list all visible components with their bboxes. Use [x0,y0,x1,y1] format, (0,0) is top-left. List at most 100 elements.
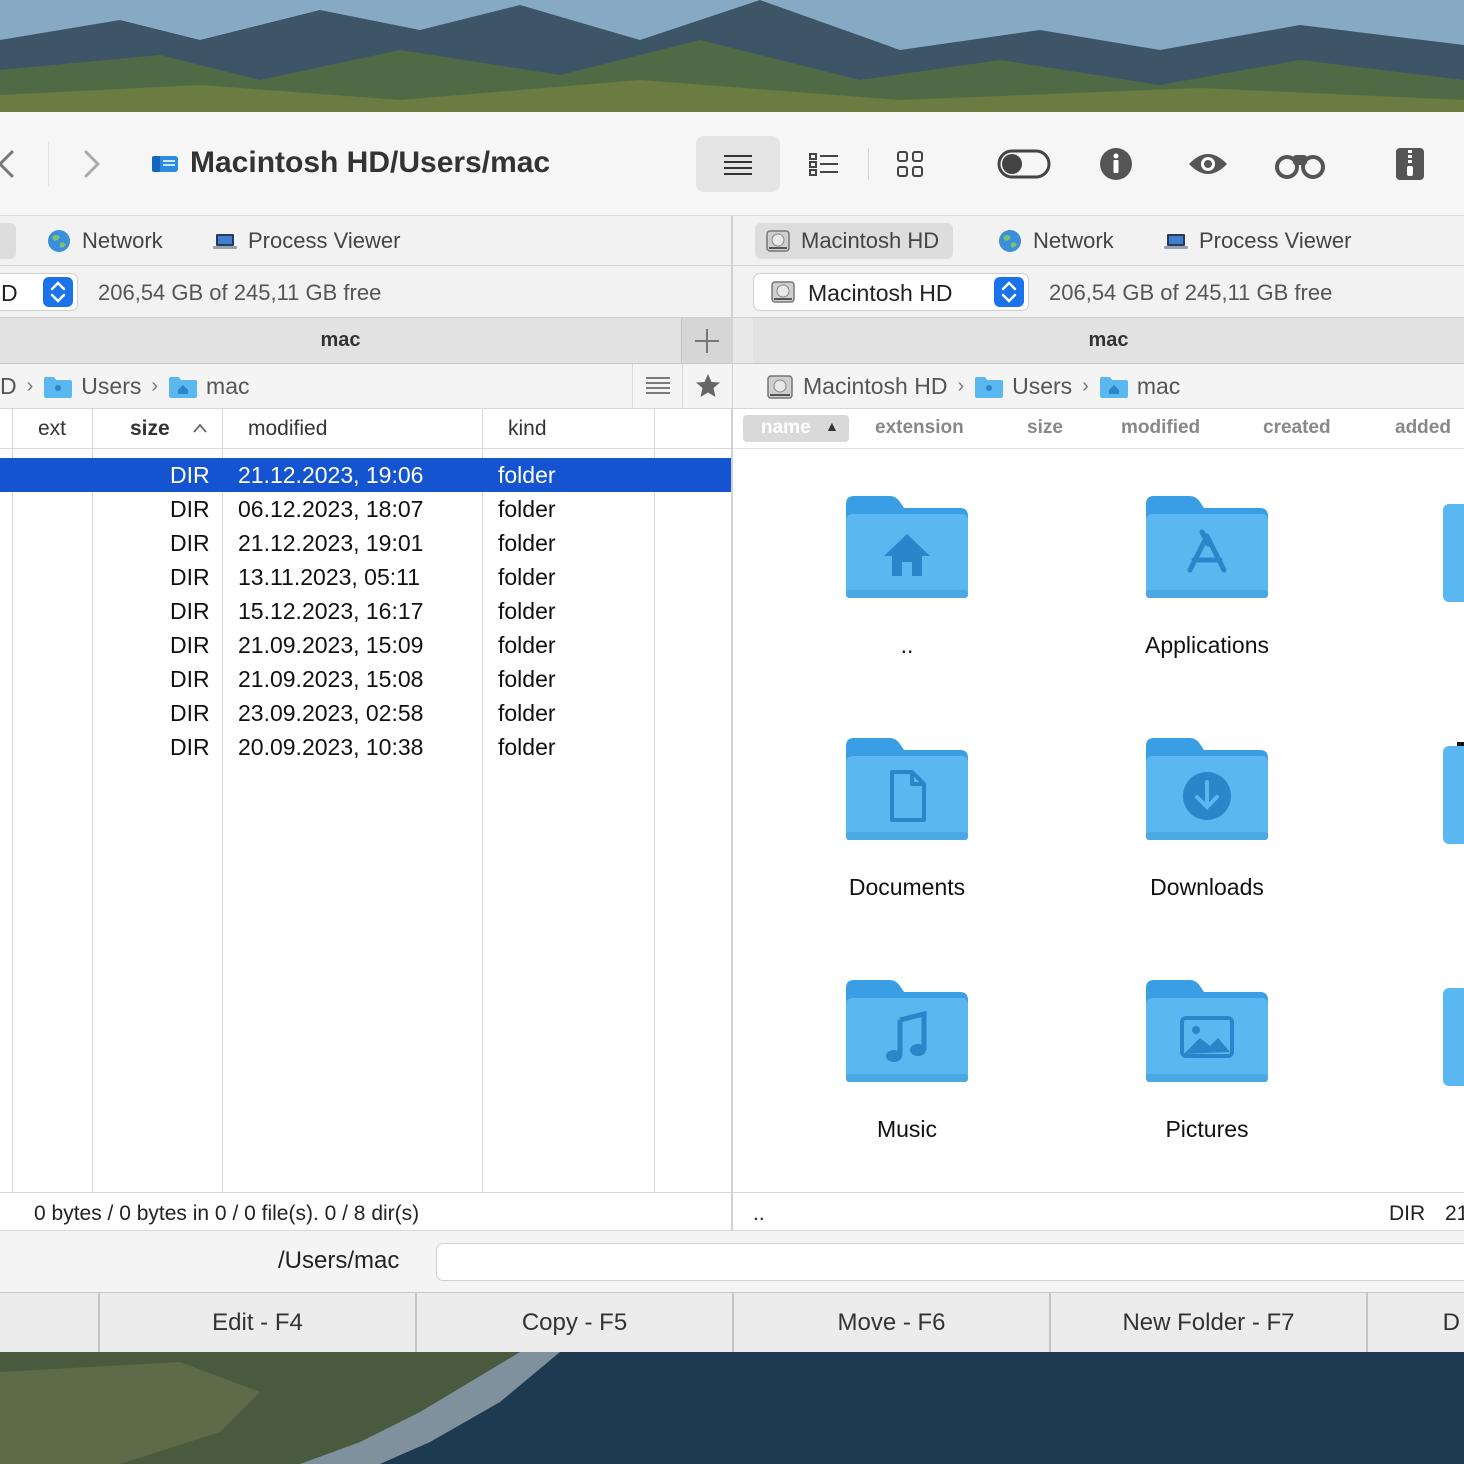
new-folder-f7-button[interactable]: New Folder - F7 [1049,1293,1366,1352]
grid-item-partial[interactable] [1443,504,1464,602]
breadcrumb-users[interactable]: Users [1012,373,1072,400]
tab-label: Network [82,228,163,253]
table-row[interactable]: DIR 21.09.2023, 15:09 folder [0,628,731,662]
right-tab-macintosh-hd[interactable]: Macintosh HD [755,223,954,259]
list-lines-icon [724,155,752,175]
favorites-button[interactable] [682,364,732,409]
drive-stepper[interactable] [994,277,1024,307]
grid-item-pictures[interactable]: Pictures [1097,976,1317,1143]
right-free-space: 206,54 GB of 245,11 GB free [1049,280,1333,305]
right-status-name: .. [753,1202,765,1225]
left-tab-process-viewer[interactable]: Process Viewer [202,223,414,259]
left-breadcrumb: D › Users › mac [0,364,731,409]
chevron-right-icon: › [1082,375,1089,397]
row-kind: folder [498,700,556,726]
left-tab-partial[interactable] [0,223,16,259]
updown-chevron-icon [50,281,66,303]
grid-item-music[interactable]: Music [797,976,1017,1143]
home-folder-icon [169,376,198,398]
table-row[interactable]: DIR 23.09.2023, 02:58 folder [0,696,731,730]
right-tab-network[interactable]: Network [987,223,1128,259]
detail-view-button[interactable] [782,136,866,192]
column-modified[interactable]: modified [1121,417,1200,439]
copy-f5-button[interactable]: Copy - F5 [415,1293,732,1352]
breadcrumb-drive[interactable]: D [0,373,17,400]
fkey-partial[interactable] [0,1293,98,1352]
move-f6-button[interactable]: Move - F6 [732,1293,1049,1352]
row-kind: folder [498,462,556,488]
row-modified: 21.12.2023, 19:06 [238,462,424,488]
column-name: name [761,417,811,438]
grid-item-partial[interactable] [1443,746,1464,844]
column-size[interactable]: size [1027,417,1063,439]
grid-item-documents[interactable]: Documents [797,734,1017,901]
grid-item-applications[interactable]: Applications [1097,492,1317,659]
right-drive-select[interactable]: Macintosh HD [753,273,1029,311]
column-ext[interactable]: ext [38,417,66,441]
info-button[interactable] [1074,136,1158,192]
command-input[interactable] [436,1243,1464,1281]
right-pane-title-margin [733,318,753,364]
chevron-right-icon: › [26,375,34,397]
right-icon-grid: .. Applications Documents Downloads Musi… [733,452,1464,1192]
left-tab-network[interactable]: Network [36,223,177,259]
right-breadcrumb: Macintosh HD › Users › mac [733,364,1464,409]
breadcrumb-users[interactable]: Users [81,373,141,400]
table-row[interactable]: DIR 06.12.2023, 18:07 folder [0,492,731,526]
function-key-bar: Edit - F4 Copy - F5 Move - F6 New Folder… [0,1292,1464,1352]
drive-select-label: Macintosh HD [808,280,953,306]
grid-item-label: Applications [1144,632,1270,658]
column-created[interactable]: created [1263,417,1331,439]
drive-select-label: D [1,280,18,306]
column-extension[interactable]: extension [875,417,964,439]
grid-item-label: .. [900,632,914,658]
delete-f8-button[interactable]: D [1366,1293,1464,1352]
users-folder-icon [975,376,1004,398]
left-pane-title: mac [0,318,681,364]
drive-icon [152,156,178,172]
table-row[interactable]: DIR 20.09.2023, 10:38 folder [0,730,731,764]
table-row[interactable]: DIR 21.09.2023, 15:08 folder [0,662,731,696]
tab-label: Process Viewer [1199,228,1352,253]
breadcrumb-mac[interactable]: mac [206,373,249,400]
sort-up-triangle-icon: ▲ [825,418,839,434]
documents-folder-icon [846,738,968,840]
column-size[interactable]: size [130,417,170,441]
archive-button[interactable] [1368,136,1452,192]
search-button[interactable] [1258,136,1342,192]
hidden-files-toggle[interactable] [982,136,1066,192]
column-modified[interactable]: modified [248,417,327,441]
breadcrumb-drive[interactable]: Macintosh HD [803,373,947,400]
table-row[interactable]: DIR 15.12.2023, 16:17 folder [0,594,731,628]
left-drive-select[interactable]: D [0,273,78,311]
row-kind: folder [498,564,556,590]
back-arrow-icon[interactable] [0,146,18,182]
row-kind: folder [498,734,556,760]
column-added[interactable]: added [1395,417,1451,439]
table-row[interactable]: DIR 21.12.2023, 19:01 folder [0,526,731,560]
right-column-header: name ▲ extension size modified created a… [733,409,1464,449]
history-button[interactable] [632,364,682,409]
grid-view-button[interactable] [868,136,952,192]
column-name-sort[interactable]: name ▲ [743,415,849,442]
grid-item-partial[interactable] [1443,988,1464,1086]
table-row[interactable]: DIR 21.12.2023, 19:06 folder [0,458,731,492]
new-tab-button[interactable] [681,318,731,364]
right-tab-process-viewer[interactable]: Process Viewer [1153,223,1365,259]
left-drive-row: D 206,54 GB of 245,11 GB free [0,266,731,318]
column-kind[interactable]: kind [508,417,547,441]
grid-item-label: Music [876,1116,938,1142]
forward-arrow-icon[interactable] [80,146,104,182]
plus-icon [695,329,719,353]
edit-f4-button[interactable]: Edit - F4 [98,1293,415,1352]
list-view-button[interactable] [696,136,780,192]
table-row[interactable]: DIR 13.11.2023, 05:11 folder [0,560,731,594]
hard-drive-icon [767,374,793,399]
quick-look-button[interactable] [1166,136,1250,192]
grid-item-parent[interactable]: .. [797,492,1017,659]
drive-stepper[interactable] [43,277,73,307]
users-folder-icon [44,376,73,398]
desktop-wallpaper-top [0,0,1464,112]
breadcrumb-mac[interactable]: mac [1137,373,1180,400]
grid-item-downloads[interactable]: Downloads [1097,734,1317,901]
